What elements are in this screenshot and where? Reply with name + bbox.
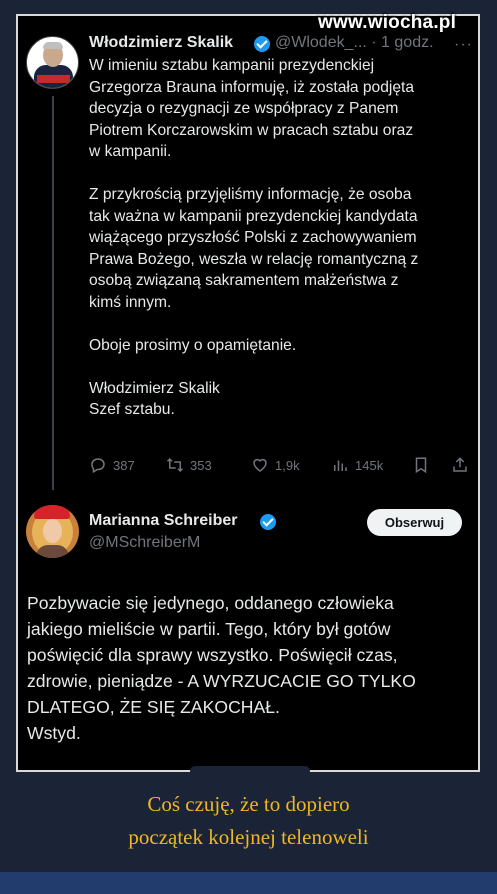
frame-gap [190, 766, 310, 776]
caption-line-1: Coś czuję, że to dopiero [147, 792, 350, 816]
views-button[interactable]: 145k [331, 456, 383, 474]
bookmark-icon [415, 457, 427, 474]
reply-button[interactable]: 387 [89, 456, 135, 474]
reply-author-handle[interactable]: @MSchreiberM [89, 534, 200, 552]
verified-badge-icon [260, 514, 276, 530]
tweet-actions: 387 353 1,9k 145k [89, 456, 469, 480]
reply-text: Pozbywacie się jedynego, oddanego człowi… [27, 593, 416, 743]
author-name[interactable]: Włodzimierz Skalik [89, 34, 233, 52]
like-count: 1,9k [275, 457, 300, 473]
follow-button[interactable]: Obserwuj [367, 509, 462, 536]
reply-author-avatar[interactable] [26, 505, 79, 558]
author-avatar[interactable] [26, 36, 79, 89]
share-icon [453, 457, 467, 472]
caption-line-2: początek kolejnej telenoweli [128, 825, 369, 849]
verified-badge-icon [254, 36, 270, 52]
share-button[interactable] [451, 456, 475, 474]
retweet-icon [166, 457, 184, 473]
retweet-button[interactable]: 353 [166, 456, 212, 474]
reply-icon [91, 458, 105, 474]
views-count: 145k [355, 457, 384, 473]
bottom-bar [0, 872, 497, 894]
tweet-text: W imieniu sztabu kampanii prezydenckiej … [89, 57, 419, 418]
author-handle-time[interactable]: @Wlodek_... · 1 godz. [275, 34, 445, 52]
reply-author-name[interactable]: Marianna Schreiber [89, 512, 238, 530]
thread-line [52, 96, 54, 490]
more-options-icon[interactable]: ··· [454, 36, 473, 54]
retweet-count: 353 [190, 457, 212, 473]
views-icon [334, 460, 347, 471]
heart-icon [253, 458, 267, 472]
meme-caption: Coś czuję, że to dopiero początek kolejn… [0, 788, 497, 854]
bookmark-button[interactable] [412, 456, 436, 474]
reply-count: 387 [113, 457, 135, 473]
site-watermark: www.wiocha.pl [318, 12, 457, 33]
like-button[interactable]: 1,9k [251, 456, 300, 474]
